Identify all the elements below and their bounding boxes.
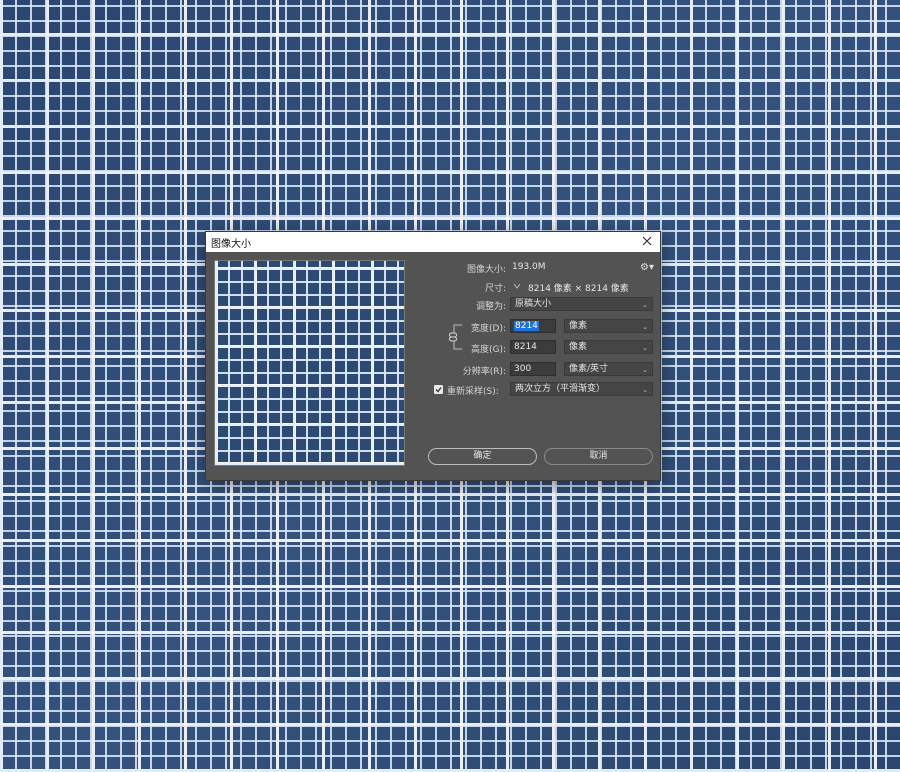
resolution-value: 300	[514, 364, 532, 374]
width-unit: 像素	[569, 321, 588, 331]
width-label: 宽度(D):	[471, 324, 506, 334]
dimensions-value: 8214 像素 × 8214 像素	[528, 284, 629, 294]
width-input[interactable]: 8214	[510, 319, 556, 333]
image-size-value: 193.0M	[512, 262, 546, 272]
chevron-down-icon: ⌄	[642, 366, 648, 374]
cancel-button[interactable]: 取消	[544, 448, 653, 465]
image-size-label: 图像大小:	[466, 265, 506, 275]
resolution-unit-dropdown[interactable]: 像素/英寸 ⌄	[564, 362, 653, 376]
chevron-down-icon[interactable]	[512, 281, 522, 291]
resolution-input[interactable]: 300	[510, 362, 556, 376]
gear-icon[interactable]: ⚙▾	[640, 262, 654, 273]
width-value: 8214	[514, 321, 539, 331]
fit-to-label: 调整为:	[475, 302, 506, 312]
resample-dropdown[interactable]: 两次立方（平滑渐变） ⌄	[510, 382, 653, 396]
chevron-down-icon: ⌄	[642, 301, 648, 309]
dimensions-label: 尺寸:	[484, 284, 506, 294]
chevron-down-icon: ⌄	[642, 344, 648, 352]
image-size-dialog: 图像大小 图像大小: 193.0M ⚙▾ 尺寸: 8214 像素 × 8214 …	[206, 232, 660, 480]
resolution-label: 分辨率(R):	[462, 367, 506, 377]
height-label: 高度(G):	[470, 345, 506, 355]
fit-to-dropdown[interactable]: 原稿大小 ⌄	[510, 297, 653, 311]
height-value: 8214	[514, 342, 537, 352]
resample-value: 两次立方（平滑渐变）	[515, 384, 606, 394]
height-input[interactable]: 8214	[510, 340, 556, 354]
resolution-unit: 像素/英寸	[569, 364, 609, 374]
ok-button[interactable]: 确定	[428, 448, 537, 465]
height-unit: 像素	[569, 342, 588, 352]
fit-to-value: 原稿大小	[515, 299, 552, 309]
chevron-down-icon: ⌄	[642, 323, 648, 331]
image-preview[interactable]	[214, 260, 405, 466]
checkbox-icon[interactable]	[434, 385, 443, 394]
dialog-titlebar: 图像大小	[206, 232, 660, 252]
width-unit-dropdown[interactable]: 像素 ⌄	[564, 319, 653, 333]
resample-label: 重新采样(S):	[447, 387, 499, 397]
height-unit-dropdown[interactable]: 像素 ⌄	[564, 340, 653, 354]
close-icon[interactable]	[640, 234, 654, 248]
dialog-title: 图像大小	[211, 239, 251, 250]
chevron-down-icon: ⌄	[642, 386, 648, 394]
